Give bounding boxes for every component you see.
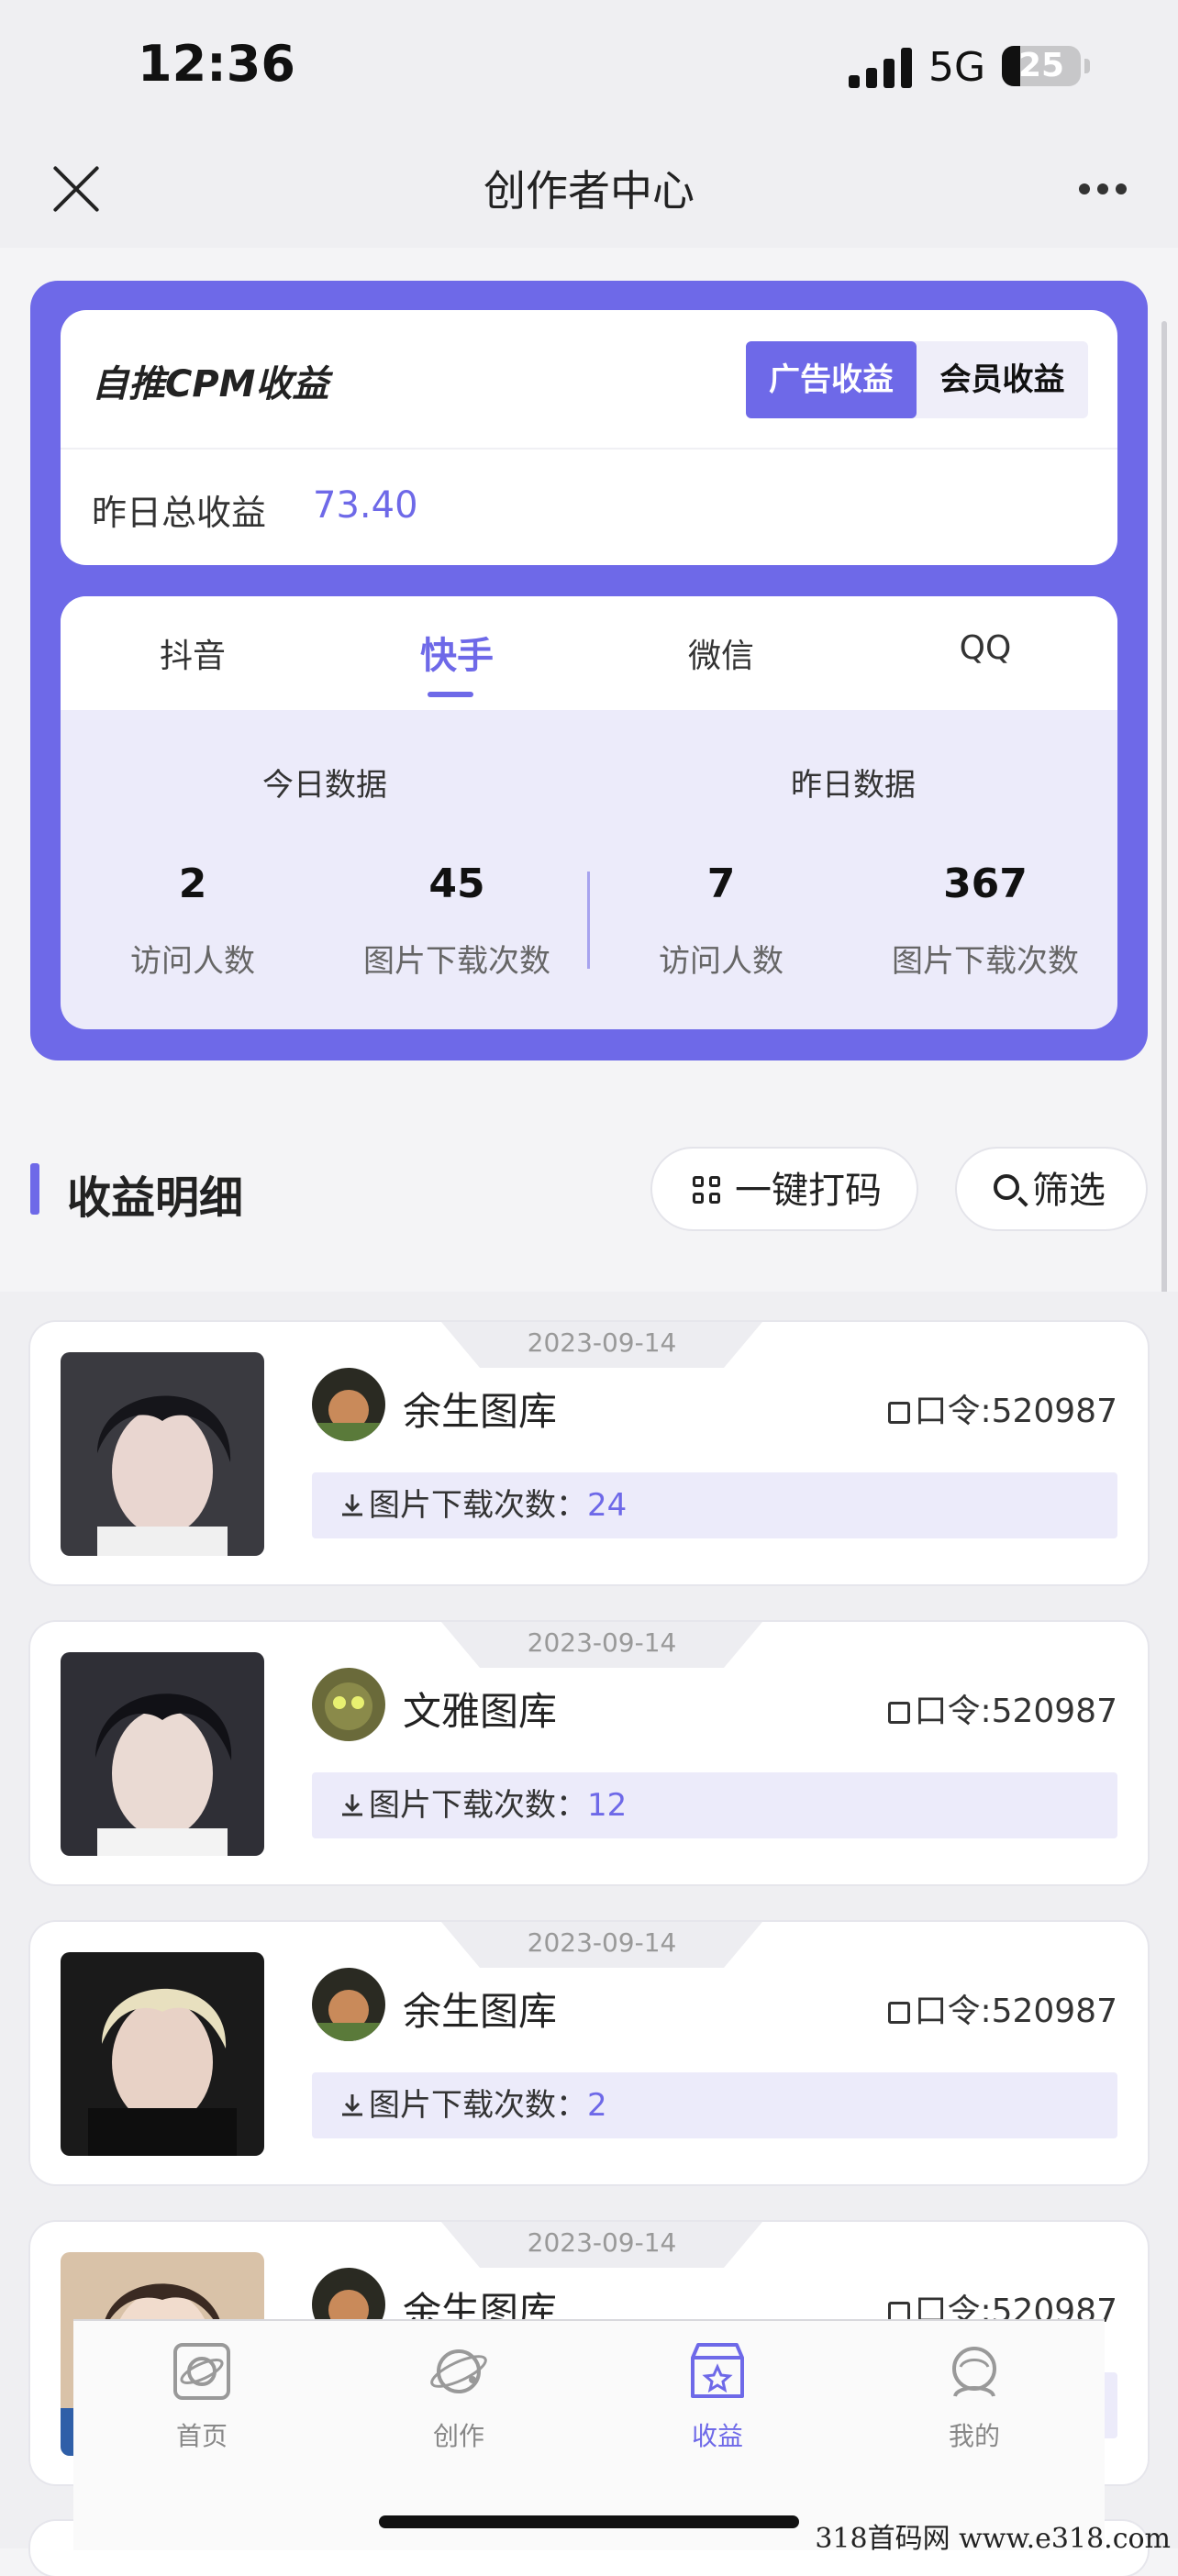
tab-douyin[interactable]: 抖音: [61, 629, 325, 677]
platform-stats-card: 抖音 快手 微信 QQ 今日数据 昨日数据 2 45 7 367 访问人数 图片…: [61, 596, 1117, 1029]
download-count-row: 图片下载次数：2: [312, 2072, 1117, 2138]
tab-mine[interactable]: 我的: [892, 2339, 1057, 2453]
download-count-value: 12: [587, 1787, 628, 1824]
tab-create[interactable]: 创作: [376, 2339, 541, 2453]
tab-earnings-label: 收益: [691, 2421, 743, 2451]
tab-home-label: 首页: [175, 2421, 228, 2451]
today-visitors-value: 2: [178, 861, 207, 907]
more-icon[interactable]: [1079, 183, 1127, 196]
cpm-title: 自推CPM收益: [92, 363, 329, 405]
yesterday-total-label: 昨日总收益: [92, 493, 267, 533]
tab-create-label: 创作: [432, 2421, 484, 2451]
item-code: 口令:520987: [888, 1684, 1117, 1732]
shop-star-icon: [691, 2343, 744, 2398]
active-tab-indicator: [428, 692, 473, 697]
code-box-icon: [888, 1702, 911, 1724]
item-thumbnail[interactable]: [61, 1652, 264, 1856]
author-avatar: [312, 1368, 385, 1441]
battery-icon: 25: [1002, 46, 1081, 86]
today-downloads-label: 图片下载次数: [363, 943, 550, 980]
download-count-label: 图片下载次数：: [369, 2087, 587, 2124]
one-click-code-label: 一键打码: [735, 1170, 882, 1212]
author-avatar: [312, 1968, 385, 2041]
stats-divider: [587, 872, 590, 969]
item-thumbnail[interactable]: [61, 1952, 264, 2156]
item-thumbnail[interactable]: [61, 1352, 264, 1556]
item-date: 2023-09-14: [441, 1622, 762, 1668]
item-date: 2023-09-14: [441, 1322, 762, 1368]
planet-icon: [173, 2343, 230, 2400]
orbit-icon: [430, 2349, 487, 2393]
download-count-value: 2: [587, 2087, 607, 2124]
today-visitors-label: 访问人数: [130, 943, 255, 980]
code-box-icon: [888, 2002, 911, 2024]
status-time: 12:36: [138, 35, 295, 93]
yesterday-total-value: 73.40: [313, 484, 418, 527]
item-date: 2023-09-14: [441, 1922, 762, 1968]
tab-mine-label: 我的: [948, 2421, 1000, 2451]
list-item[interactable]: 2023-09-14 余生图库 口令:520987 图片下载次数：24: [30, 1322, 1148, 1584]
item-code-text: 口令:520987: [914, 1693, 1117, 1730]
item-code-text: 口令:520987: [914, 1393, 1117, 1430]
author-name: 文雅图库: [403, 1689, 558, 1734]
search-icon: [994, 1174, 1019, 1200]
battery-level: 25: [1017, 47, 1065, 84]
astronaut-icon: [952, 2347, 996, 2397]
yesterday-visitors-value: 7: [706, 861, 736, 907]
platform-tabs: 抖音 快手 微信 QQ: [61, 596, 1117, 710]
yesterday-downloads-value: 367: [943, 861, 1028, 907]
download-icon: [342, 1494, 362, 1516]
earnings-detail-title: 收益明细: [67, 1172, 244, 1224]
signal-icon: [849, 48, 913, 88]
download-count-label: 图片下载次数：: [369, 1487, 587, 1524]
tab-earnings[interactable]: 收益: [635, 2339, 800, 2453]
one-click-code-button[interactable]: 一键打码: [650, 1147, 918, 1231]
yesterday-downloads-label: 图片下载次数: [892, 943, 1079, 980]
item-code-text: 口令:520987: [914, 1993, 1117, 2030]
earnings-type-switch: 广告收益 会员收益: [746, 341, 1088, 418]
tab-wechat[interactable]: 微信: [589, 629, 853, 677]
download-count-label: 图片下载次数：: [369, 1787, 587, 1824]
filter-button[interactable]: 筛选: [955, 1147, 1148, 1231]
author-name: 余生图库: [403, 1389, 558, 1434]
download-count-row: 图片下载次数：24: [312, 1472, 1117, 1538]
code-box-icon: [888, 1402, 911, 1424]
yesterday-visitors-label: 访问人数: [659, 943, 783, 980]
divider: [61, 448, 1117, 450]
tab-vip-earnings[interactable]: 会员收益: [917, 341, 1088, 418]
item-date: 2023-09-14: [441, 2222, 762, 2268]
tab-home[interactable]: 首页: [119, 2339, 284, 2453]
yesterday-data-title: 昨日数据: [791, 767, 916, 804]
watermark: 318首码网 www.e318.com: [815, 2523, 1171, 2555]
grid-icon: [693, 1176, 722, 1205]
network-type: 5G: [928, 44, 986, 91]
download-count-value: 24: [587, 1487, 628, 1524]
cpm-card: 自推CPM收益 广告收益 会员收益 昨日总收益 73.40: [61, 310, 1117, 565]
author-avatar: [312, 1668, 385, 1741]
download-icon: [342, 1794, 362, 1816]
today-downloads-value: 45: [428, 861, 485, 907]
page-title: 创作者中心: [483, 166, 695, 216]
item-code: 口令:520987: [888, 1384, 1117, 1432]
download-count-row: 图片下载次数：12: [312, 1772, 1117, 1838]
download-icon: [342, 2094, 362, 2116]
list-item[interactable]: 2023-09-14 文雅图库 口令:520987 图片下载次数：12: [30, 1622, 1148, 1884]
list-item[interactable]: 2023-09-14 余生图库 口令:520987 图片下载次数：2: [30, 1922, 1148, 2184]
filter-label: 筛选: [1032, 1170, 1106, 1212]
tab-ad-earnings[interactable]: 广告收益: [746, 341, 917, 418]
today-data-title: 今日数据: [262, 767, 387, 804]
author-name: 余生图库: [403, 1989, 558, 2034]
item-code: 口令:520987: [888, 1984, 1117, 2032]
section-accent-bar: [30, 1163, 39, 1215]
battery-tip: [1084, 59, 1090, 73]
home-indicator[interactable]: [379, 2515, 799, 2528]
tab-kuaishou[interactable]: 快手: [325, 626, 589, 679]
tab-qq[interactable]: QQ: [853, 629, 1117, 667]
